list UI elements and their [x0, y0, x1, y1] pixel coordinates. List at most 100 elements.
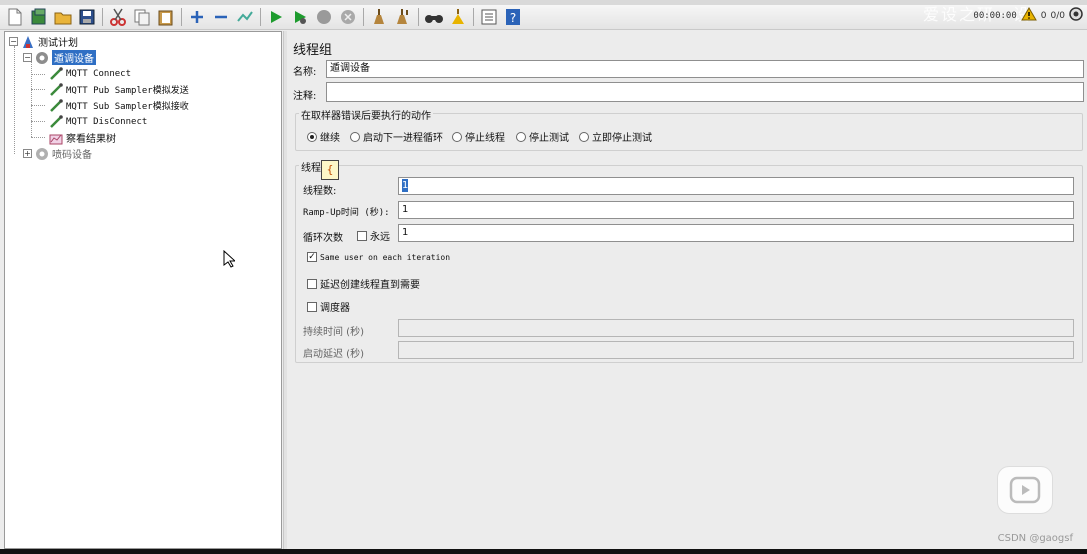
- expand-icon[interactable]: [186, 7, 207, 28]
- tree-guide-line: [31, 137, 45, 138]
- toolbar-separator: [363, 8, 364, 26]
- radio-indicator: [307, 131, 317, 142]
- radio-label: 停止线程: [465, 133, 505, 144]
- radio-label: 立即停止测试: [592, 133, 652, 144]
- save-icon[interactable]: [76, 7, 97, 28]
- video-play-button[interactable]: [997, 466, 1053, 514]
- help-icon[interactable]: ?: [502, 7, 523, 28]
- radio-stop-test[interactable]: 停止测试: [516, 129, 569, 144]
- startup-delay-label: 启动延迟 (秒): [303, 349, 364, 360]
- same-user-checkbox[interactable]: ✓ Same user on each iteration: [307, 252, 450, 262]
- clear-icon[interactable]: [368, 7, 389, 28]
- csdn-watermark: CSDN @gaogsf: [997, 533, 1073, 544]
- checkbox-label: Same user on each iteration: [320, 252, 451, 262]
- radio-indicator: [516, 131, 526, 142]
- expand-toggle-icon[interactable]: +: [23, 149, 32, 158]
- pipette-icon: [49, 114, 63, 129]
- open-icon[interactable]: [52, 7, 73, 28]
- tree-guide-line: [31, 74, 45, 75]
- tree-guide-line: [31, 105, 45, 106]
- tree-item-thread-group[interactable]: − 遁调设备: [23, 50, 96, 65]
- tree-guide-line: [31, 89, 45, 90]
- function-helper-icon[interactable]: [478, 7, 499, 28]
- gear-icon: [35, 51, 49, 65]
- page-title: 线程组: [293, 43, 333, 58]
- comment-label: 注释:: [293, 91, 317, 102]
- checkbox-indicator: [307, 278, 317, 289]
- test-plan-icon: [21, 35, 35, 49]
- copy-icon[interactable]: [131, 7, 152, 28]
- toolbar-separator: [102, 8, 103, 26]
- collapse-toggle-icon[interactable]: −: [9, 37, 18, 46]
- radio-continue[interactable]: 继续: [307, 129, 340, 144]
- new-icon[interactable]: [4, 7, 25, 28]
- radio-indicator: [350, 131, 360, 142]
- tree-guide-line: [14, 46, 15, 154]
- name-input[interactable]: 遁调设备: [326, 60, 1084, 78]
- checkbox-indicator: ✓: [307, 252, 317, 262]
- start-no-pause-icon[interactable]: [289, 7, 310, 28]
- radio-label: 启动下一进程循环: [363, 133, 443, 144]
- tree-item-label: MQTT Connect: [66, 68, 132, 79]
- radio-indicator: [579, 131, 589, 142]
- status-area: 00:00:00 0 0/0: [973, 7, 1083, 24]
- loop-count-input[interactable]: 1: [398, 224, 1074, 242]
- tree-item-label: MQTT Sub Sampler模拟接收: [66, 102, 189, 112]
- tree-item-test-plan[interactable]: − 测试计划: [9, 34, 78, 49]
- bottom-bar: [0, 549, 1087, 554]
- checkbox-label: 延迟创建线程直到需要: [320, 280, 420, 291]
- start-icon[interactable]: [265, 7, 286, 28]
- radio-stop-test-now[interactable]: 立即停止测试: [579, 129, 652, 144]
- toolbar-separator: [181, 8, 182, 26]
- scheduler-checkbox[interactable]: 调度器: [307, 299, 350, 314]
- radio-stop-thread[interactable]: 停止线程: [452, 129, 505, 144]
- tree-item-mqtt-connect[interactable]: MQTT Connect: [49, 66, 131, 81]
- shutdown-icon[interactable]: [337, 7, 358, 28]
- tree-item-label: 测试计划: [38, 38, 78, 49]
- paste-icon[interactable]: [155, 7, 176, 28]
- toolbar: ? 爱设之研一设 00:00:00 0 0/0: [0, 5, 1087, 30]
- pipette-icon: [49, 66, 63, 81]
- warning-icon[interactable]: [1020, 7, 1037, 24]
- duration-label: 持续时间 (秒): [303, 327, 364, 338]
- radio-start-next-loop[interactable]: 启动下一进程循环: [350, 129, 443, 144]
- thread-properties-title: 线程: [299, 159, 323, 174]
- pipette-icon: [49, 98, 63, 113]
- chart-icon: [49, 131, 63, 145]
- comment-input[interactable]: [326, 82, 1084, 102]
- stop-icon[interactable]: [313, 7, 334, 28]
- elapsed-timer: 00:00:00: [973, 10, 1017, 21]
- templates-icon[interactable]: [28, 7, 49, 28]
- mouse-cursor-icon: [223, 249, 237, 271]
- cut-icon[interactable]: [107, 7, 128, 28]
- tree-item-label: 遁调设备: [52, 50, 96, 65]
- search-icon[interactable]: [423, 7, 444, 28]
- tree-item-mqtt-disconnect[interactable]: MQTT DisConnect: [49, 114, 147, 129]
- forever-checkbox[interactable]: 永远: [357, 228, 390, 243]
- rampup-input[interactable]: 1: [398, 201, 1074, 219]
- collapse-toggle-icon[interactable]: −: [23, 53, 32, 62]
- threads-input[interactable]: 1: [398, 177, 1074, 195]
- collapse-icon[interactable]: [210, 7, 231, 28]
- threads-value: 1: [402, 179, 409, 192]
- reset-search-icon[interactable]: [447, 7, 468, 28]
- test-plan-tree[interactable]: − 测试计划 − 遁调设备 MQTT Connect MQTT Pub Samp…: [4, 31, 282, 549]
- radio-label: 继续: [320, 133, 340, 144]
- toolbar-separator: [418, 8, 419, 26]
- tree-item-mqtt-sub[interactable]: MQTT Sub Sampler模拟接收: [49, 98, 189, 113]
- startup-delay-input: [398, 341, 1074, 359]
- delay-thread-creation-checkbox[interactable]: 延迟创建线程直到需要: [307, 276, 420, 291]
- toggle-icon[interactable]: [234, 7, 255, 28]
- tree-guide-line: [31, 121, 45, 122]
- warning-count: 0: [1040, 10, 1047, 21]
- tree-item-mqtt-pub[interactable]: MQTT Pub Sampler模拟发送: [49, 82, 189, 97]
- tree-item-thread-group-disabled[interactable]: + 喷码设备: [23, 146, 92, 161]
- radio-indicator: [452, 131, 462, 142]
- tree-item-result-tree[interactable]: 察看结果树: [49, 130, 116, 145]
- clear-all-icon[interactable]: [392, 7, 413, 28]
- loop-count-label: 循环次数: [303, 233, 343, 244]
- svg-text:?: ?: [509, 11, 515, 25]
- thread-group-panel: 线程组 名称: 遁调设备 注释: 在取样器错误后要执行的动作 继续 启动下一进程…: [287, 31, 1087, 549]
- duration-input: [398, 319, 1074, 337]
- tree-item-label: 察看结果树: [66, 134, 116, 145]
